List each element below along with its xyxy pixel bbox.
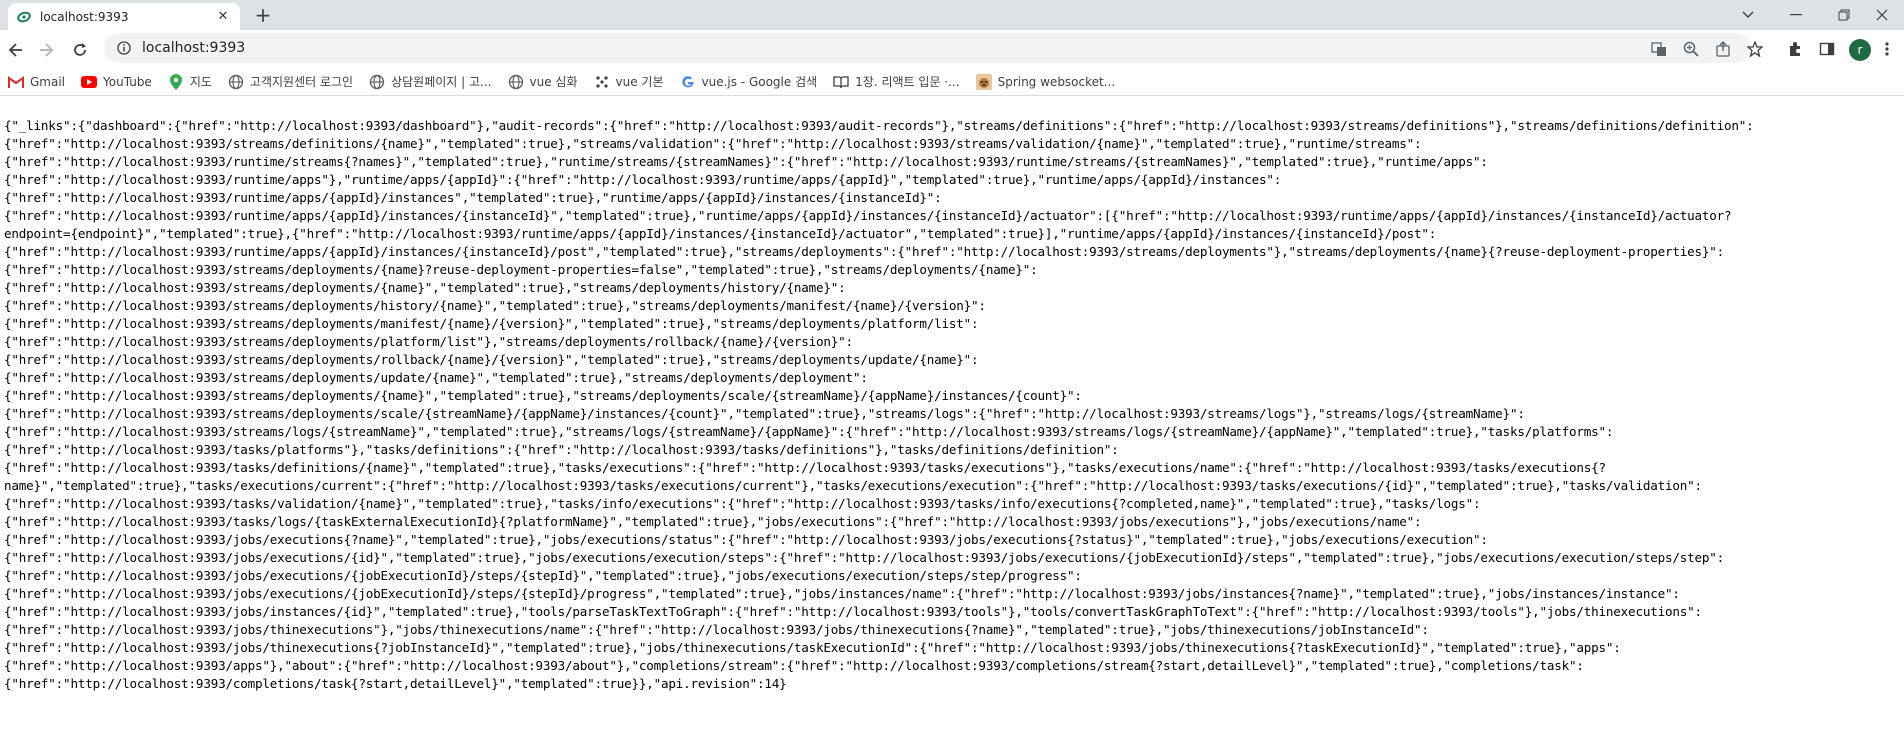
bookmark-star-icon[interactable] — [1744, 38, 1766, 60]
back-button[interactable] — [4, 38, 28, 62]
bookmark-label: vue 심화 — [529, 75, 578, 89]
youtube-icon — [81, 74, 98, 90]
spring-leaf-icon — [16, 9, 32, 25]
book-icon — [833, 74, 849, 90]
window-close-button[interactable] — [1860, 0, 1904, 30]
json-response-text: {"_links":{"dashboard":{"href":"http://l… — [4, 118, 1754, 691]
share-icon[interactable] — [1712, 38, 1734, 60]
tab-strip: localhost:9393 ✕ + — [0, 0, 1904, 30]
browser-toolbar: localhost:9393 — [0, 30, 1904, 68]
bookmark-youtube[interactable]: YouTube — [81, 74, 152, 90]
browser-tab[interactable]: localhost:9393 ✕ — [8, 3, 240, 30]
dots-icon — [594, 74, 610, 90]
bookmark-label: 1장. 리액트 입문 ·... — [855, 75, 960, 89]
bookmark-label: vue.js - Google 검색 — [701, 75, 818, 89]
minimize-button[interactable] — [1774, 0, 1818, 30]
gmail-icon — [8, 74, 24, 90]
bookmark-support-login[interactable]: 고객지원센터 로그인 — [228, 73, 353, 90]
bookmark-label: 상담원페이지 | 고... — [391, 75, 492, 89]
globe-icon — [508, 74, 524, 90]
zoom-icon[interactable] — [1680, 38, 1702, 60]
bookmark-maps[interactable]: 지도 — [168, 73, 212, 90]
translate-icon[interactable] — [1648, 38, 1670, 60]
bookmark-vue-basic[interactable]: vue 기본 — [594, 73, 664, 90]
bookmark-vue-google[interactable]: vue.js - Google 검색 — [680, 73, 818, 90]
page-content: {"_links":{"dashboard":{"href":"http://l… — [4, 117, 1902, 717]
bookmark-label: vue 기본 — [615, 75, 664, 89]
bookmark-react-intro[interactable]: 1장. 리액트 입문 ·... — [833, 73, 960, 90]
bookmark-vue-advanced[interactable]: vue 심화 — [508, 73, 578, 90]
new-tab-button[interactable]: + — [252, 5, 274, 27]
avatar[interactable]: r — [1849, 39, 1871, 61]
tab-search-icon[interactable] — [1726, 0, 1770, 30]
address-bar[interactable]: localhost:9393 — [104, 33, 1751, 63]
maps-icon — [168, 73, 184, 90]
bookmark-label: 지도 — [189, 75, 212, 89]
bookmark-label: 고객지원센터 로그인 — [249, 75, 354, 89]
bookmark-label: Spring websocket... — [997, 74, 1116, 89]
dog-icon — [975, 73, 992, 90]
menu-icon[interactable] — [1876, 38, 1898, 60]
tab-title: localhost:9393 — [40, 9, 129, 24]
info-icon[interactable] — [116, 40, 132, 56]
close-icon[interactable]: ✕ — [214, 9, 232, 24]
forward-button[interactable] — [34, 38, 58, 62]
bookmark-label: YouTube — [103, 74, 152, 89]
globe-icon — [228, 74, 244, 90]
globe-icon — [369, 74, 385, 90]
extensions-icon[interactable] — [1784, 38, 1806, 60]
bookmark-spring-websocket[interactable]: Spring websocket... — [975, 73, 1116, 90]
bookmark-gmail[interactable]: Gmail — [8, 74, 65, 90]
bookmark-label: Gmail — [30, 74, 66, 89]
reload-button[interactable] — [68, 38, 92, 62]
url-text: localhost:9393 — [142, 40, 246, 56]
side-panel-icon[interactable] — [1816, 38, 1838, 60]
bookmark-agent-page[interactable]: 상담원페이지 | 고... — [369, 73, 492, 90]
bookmarks-bar: Gmail YouTube 지도 고객지원센터 로그인 상담원페이지 | 고..… — [0, 68, 1904, 96]
google-icon — [680, 74, 696, 90]
